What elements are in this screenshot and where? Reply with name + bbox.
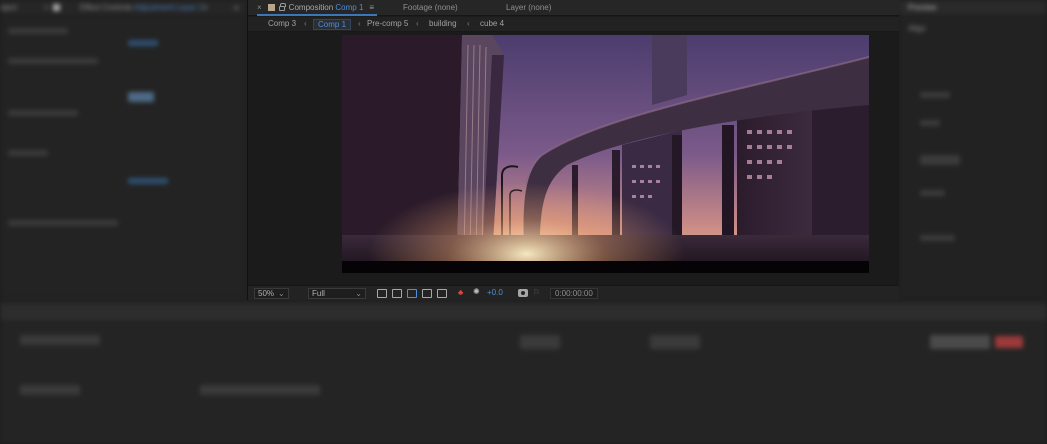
show-snapshot-icon[interactable]: ⚐ [533,288,540,299]
breadcrumb-item-comp-3[interactable]: Comp 3 [268,19,296,28]
magnification-dropdown[interactable]: 50% ⌄ [254,288,289,299]
close-icon[interactable]: × [44,3,49,12]
effect-controls-panel: oject × Effect Controls Adjustment Layer… [0,0,247,300]
breadcrumb-item-comp-1[interactable]: Comp 1 [313,19,352,30]
after-effects-window: oject × Effect Controls Adjustment Layer… [0,0,1047,444]
lock-icon[interactable] [278,3,286,11]
effect-controls-label: Effect Controls [80,3,133,12]
sun-glow [342,35,869,273]
composition-footer: 50% ⌄ Full ⌄ ♣ ✺ +0.0 ⚐ 0:00:00:00 [248,285,899,300]
composition-panel: × Composition Comp 1 ≡ Footage (none) Laye… [247,0,899,300]
preview-control [920,190,945,196]
effect-controls-tabbar: oject × Effect Controls Adjustment Layer… [0,0,247,16]
resolution-dropdown[interactable]: Full ⌄ [308,288,366,299]
align-title: Align [908,24,926,33]
layer-value: (none) [528,3,552,12]
project-tab-label[interactable]: oject [0,3,17,12]
effect-row [8,28,68,34]
mask-visibility-icon[interactable] [422,289,432,298]
composition-frame[interactable] [342,35,869,273]
chevron-left-icon: ‹ [304,19,307,28]
preview-control [920,235,955,241]
footage-tab[interactable]: Footage (none) [403,3,458,12]
layer-label: Layer [506,3,527,12]
timeline-control [520,335,560,349]
footage-label: Footage [403,3,433,12]
transparency-grid-icon[interactable] [392,289,402,298]
timeline-control [200,385,320,395]
chevron-down-icon: ⌄ [355,289,362,298]
footage-value: (none) [434,3,458,12]
effect-row [8,110,78,116]
grid-guides-icon[interactable] [437,289,447,298]
layer-tab[interactable]: Layer (none) [506,3,551,12]
composition-name: Comp 1 [335,3,364,12]
panel-overflow-icon[interactable]: » [234,3,238,12]
region-of-interest-icon[interactable] [407,289,417,298]
effect-controls-layer-name: Adjustment Layer 2 [134,3,204,12]
letterbox-bar [342,261,869,273]
active-tab-underline [257,14,377,16]
panel-square-icon [53,4,60,11]
close-icon[interactable]: × [257,3,262,12]
preview-control [920,92,950,98]
current-time-display[interactable]: 0:00:00:00 [550,288,598,299]
preview-control [920,120,940,126]
preview-panel: Preview Align [898,0,1047,300]
effect-value [128,40,158,46]
preview-panel-header: Preview [898,0,1047,16]
chevron-left-icon: ‹ [416,19,419,28]
timeline-control [20,335,100,345]
composition-label: Composition [288,3,334,12]
exposure-value[interactable]: +0.0 [487,288,503,299]
preview-control [920,155,960,165]
effect-row [8,220,118,226]
preview-title: Preview [908,3,937,12]
effect-value [128,178,168,184]
timeline-panel [0,300,1047,444]
chevron-left-icon: ‹ [358,19,361,28]
resolution-value: Full [312,289,325,298]
composition-tab[interactable]: × Composition Comp 1 ≡ [257,3,374,12]
timeline-tabbar [0,304,1047,320]
magnification-value: 50% [258,289,275,298]
panel-menu-icon[interactable]: ≡ [203,3,208,12]
timeline-control [20,385,80,395]
exposure-reset-icon[interactable]: ✺ [473,287,480,298]
chevron-left-icon: ‹ [467,19,470,28]
color-channels-icon[interactable]: ♣ [458,288,463,299]
timeline-control [930,335,990,349]
composition-viewer[interactable] [248,32,899,285]
effect-row [8,58,98,64]
fast-previews-icon[interactable] [377,289,387,298]
effect-controls-tab[interactable]: Effect Controls Adjustment Layer 2 [80,3,203,12]
timeline-marker [995,336,1023,348]
breadcrumb: Comp 3 ‹ Comp 1 ‹ Pre-comp 5 ‹ building … [248,17,899,32]
effect-value [128,92,154,102]
breadcrumb-item-cube-4[interactable]: cube 4 [480,19,504,28]
scene-illustration [342,35,869,273]
chevron-down-icon: ⌄ [278,289,285,298]
breadcrumb-item-pre-comp-5[interactable]: Pre-comp 5 [367,19,408,28]
tab-menu-icon[interactable]: ≡ [369,3,374,12]
timeline-control [650,335,700,349]
breadcrumb-item-building[interactable]: building [429,19,457,28]
effect-row [8,150,48,156]
snapshot-camera-icon[interactable] [518,289,528,297]
composition-square-icon [267,4,275,11]
composition-tabbar: × Composition Comp 1 ≡ Footage (none) Laye… [248,0,899,16]
